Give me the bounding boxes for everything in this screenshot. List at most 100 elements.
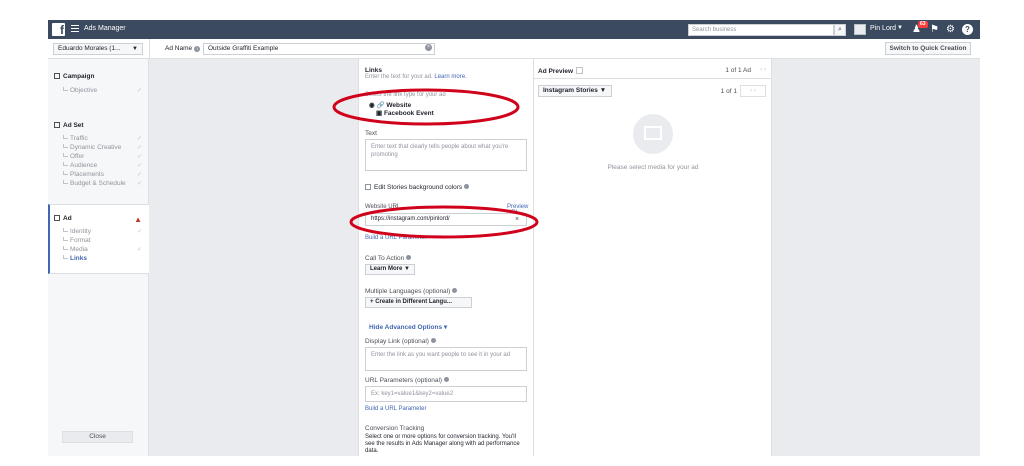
external-link-icon[interactable]	[576, 67, 584, 74]
ad-preview-panel: Ad Preview 1 of 1 Ad ‹ › Instagram Stori…	[534, 59, 772, 456]
placement-nav-arrows-icon[interactable]: ‹ ›	[740, 85, 766, 97]
cta-dropdown[interactable]: Learn More ▼	[365, 264, 415, 275]
close-button[interactable]: Close	[62, 431, 133, 443]
build-url-parameter-link[interactable]: Build a URL Parameter	[365, 235, 426, 241]
conversion-tracking-text: Select one or more options for conversio…	[365, 434, 520, 454]
info-icon	[430, 338, 436, 343]
link-type-label: Select the link type for your ad	[365, 92, 446, 98]
placement-count-label: 1 of 1	[720, 88, 737, 95]
check-icon: ✓	[136, 145, 142, 151]
sidebar: Campaign Objective ✓ Ad Set Traffic ✓ Dyna…	[48, 59, 149, 456]
check-icon: ✓	[136, 229, 142, 235]
app-title[interactable]: Ads Manager	[84, 25, 126, 32]
sidebar-item-traffic[interactable]: Traffic ✓	[63, 135, 145, 142]
multi-lang-label: Multiple Languages (optional)	[365, 288, 458, 295]
check-icon: ✓	[136, 163, 142, 169]
sidebar-item-audience[interactable]: Audience ✓	[63, 162, 145, 169]
edit-stories-bg-checkbox[interactable]: Edit Stories background colors	[365, 184, 470, 191]
account-dropdown-icon[interactable]: ▼	[897, 25, 903, 31]
display-link-label: Display Link (optional)	[365, 338, 436, 345]
learn-more-link[interactable]: Learn more.	[434, 74, 466, 80]
check-icon: ✓	[136, 172, 142, 178]
hide-advanced-options-link[interactable]: Hide Advanced Options ▾	[369, 323, 447, 331]
link-type-website-option[interactable]: ◉ 🔗 Website	[369, 101, 411, 109]
ad-count-label: 1 of 1 Ad	[725, 67, 751, 74]
help-icon[interactable]: ?	[962, 24, 973, 35]
sidebar-item-budget-schedule[interactable]: Budget & Schedule ✓	[63, 180, 145, 187]
sidebar-item-placements[interactable]: Placements ✓	[63, 171, 145, 178]
sidebar-item-objective[interactable]: Objective ✓	[63, 87, 145, 94]
info-icon: i	[194, 46, 201, 52]
sidebar-campaign-heading[interactable]: Campaign	[54, 73, 94, 80]
adset-icon	[54, 122, 60, 128]
info-icon	[444, 377, 450, 382]
canvas-background-right	[772, 59, 980, 456]
website-url-label: Website URL	[365, 204, 401, 210]
chevron-down-icon: ▼	[599, 87, 607, 94]
text-label: Text	[365, 130, 377, 137]
links-form-panel: Links Enter the text for your ad. Learn …	[358, 59, 534, 456]
ad-account-label: Eduardo Morales (1...	[58, 45, 121, 52]
ad-text-input[interactable]: Enter text that clearly tells people abo…	[365, 139, 527, 171]
info-icon	[464, 184, 470, 189]
switch-quick-creation-button[interactable]: Switch to Quick Creation	[885, 42, 971, 55]
display-link-input[interactable]: Enter the link as you want people to see…	[365, 347, 527, 371]
ad-header-bar: Eduardo Morales (1... ▼ Ad Name i Outside…	[48, 39, 980, 59]
conversion-tracking-label: Conversion Tracking	[365, 425, 425, 432]
check-icon: ✓	[136, 154, 142, 160]
sidebar-item-media[interactable]: Media ✓	[63, 246, 145, 253]
clear-icon[interactable]: ×	[425, 44, 432, 51]
url-params-input[interactable]: Ex: key1=value1&key2=value2	[365, 386, 527, 402]
sidebar-item-dynamic-creative[interactable]: Dynamic Creative ✓	[63, 144, 145, 151]
canvas-background-left	[149, 59, 358, 456]
plus-icon: +	[370, 299, 374, 305]
links-subtitle: Enter the text for your ad. Learn more.	[365, 74, 467, 80]
sidebar-item-identity[interactable]: Identity ✓	[63, 228, 145, 235]
divider	[534, 78, 772, 79]
media-placeholder-icon	[633, 114, 673, 154]
gear-icon[interactable]: ⚙	[944, 23, 957, 36]
ad-account-selector[interactable]: Eduardo Morales (1... ▼	[53, 43, 143, 55]
top-nav-bar: f Ads Manager Search business ⌕ Pin Lord…	[48, 20, 980, 39]
sidebar-adset-heading[interactable]: Ad Set	[54, 122, 84, 129]
check-icon: ✓	[136, 181, 142, 187]
sidebar-item-offer[interactable]: Offer ✓	[63, 153, 145, 160]
divider	[149, 39, 150, 59]
chevron-down-icon: ▼	[404, 266, 410, 272]
facebook-logo-icon[interactable]: f	[52, 23, 65, 36]
sidebar-ad-section: Ad ▲ Identity ✓ Format Media ✓ Links	[48, 204, 149, 274]
search-business-input[interactable]: Search business	[688, 24, 834, 36]
placement-dropdown[interactable]: Instagram Stories ▼	[538, 85, 612, 97]
website-url-input[interactable]: https://instagram.com/pinlord/	[365, 213, 527, 226]
ad-name-input[interactable]: Outside Graffiti Example	[203, 43, 435, 55]
checkbox-icon[interactable]	[365, 184, 371, 190]
link-type-facebook-event-option[interactable]: ▣ Facebook Event	[376, 109, 434, 117]
notification-badge: 63	[918, 21, 928, 28]
sidebar-ad-heading[interactable]: Ad	[54, 215, 72, 222]
account-name[interactable]: Pin Lord	[870, 25, 896, 32]
ad-icon	[54, 215, 60, 221]
ad-nav-arrows-icon[interactable]: ‹ ›	[760, 67, 766, 73]
campaign-icon	[54, 73, 60, 79]
check-icon: ✓	[136, 88, 142, 94]
build-url-parameter-link-2[interactable]: Build a URL Parameter	[365, 406, 426, 412]
ad-preview-title: Ad Preview	[538, 67, 584, 75]
account-avatar[interactable]	[854, 24, 866, 35]
sidebar-item-format[interactable]: Format	[63, 237, 145, 244]
close-icon[interactable]: ×	[515, 216, 519, 223]
caret-icon: ▾	[443, 324, 448, 331]
sidebar-item-links[interactable]: Links	[63, 255, 145, 262]
search-icon[interactable]: ⌕	[834, 24, 846, 36]
menu-icon[interactable]	[71, 25, 79, 33]
info-icon	[452, 288, 458, 293]
info-icon	[406, 255, 412, 260]
chevron-down-icon: ▼	[132, 46, 138, 52]
check-icon: ✓	[136, 136, 142, 142]
create-different-language-button[interactable]: + Create in Different Langu...	[365, 297, 472, 308]
flag-icon[interactable]: ⚑	[928, 23, 941, 36]
select-media-message: Please select media for your ad	[607, 164, 699, 171]
warning-icon: ▲	[134, 215, 142, 224]
url-params-label: URL Parameters (optional)	[365, 377, 450, 384]
check-icon: ✓	[136, 247, 142, 253]
ad-name-label: Ad Name i	[165, 45, 201, 52]
